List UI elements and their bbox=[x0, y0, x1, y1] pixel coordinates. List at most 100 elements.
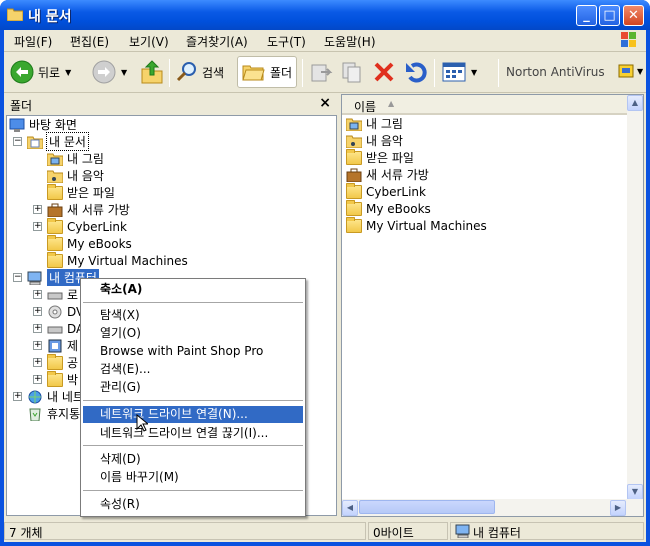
norton-icon[interactable] bbox=[618, 64, 634, 80]
tree-item-local-drive[interactable]: 로 bbox=[47, 286, 78, 303]
menu-view[interactable]: 보기(V) bbox=[129, 33, 169, 50]
list-item[interactable]: My eBooks bbox=[346, 199, 431, 217]
folders-button[interactable]: 폴더 bbox=[237, 56, 298, 88]
tree-item-shared[interactable]: 공 bbox=[47, 353, 78, 371]
scroll-left-icon[interactable]: ◀ bbox=[342, 500, 358, 516]
menu-edit[interactable]: 편집(E) bbox=[70, 33, 109, 50]
tree-item-downloads[interactable]: 받은 파일 bbox=[47, 183, 115, 201]
my-pictures-icon bbox=[346, 118, 362, 131]
window-title: 내 문서 bbox=[28, 9, 72, 25]
menu-favorites[interactable]: 즐겨찾기(A) bbox=[186, 33, 248, 50]
sort-ascending-icon: ▲ bbox=[388, 99, 395, 108]
forward-arrow-icon bbox=[92, 60, 116, 84]
tree-item-user-folder[interactable]: 박 bbox=[47, 370, 78, 388]
menu-file[interactable]: 파일(F) bbox=[14, 33, 52, 50]
views-button[interactable]: ▼ bbox=[442, 56, 477, 88]
list-item[interactable]: CyberLink bbox=[346, 182, 426, 200]
vertical-scrollbar[interactable]: ▲ ▼ bbox=[627, 95, 643, 500]
chevron-down-icon[interactable]: ▼ bbox=[471, 68, 477, 77]
expand-icon[interactable]: + bbox=[13, 392, 22, 401]
scroll-thumb[interactable] bbox=[359, 500, 495, 514]
move-to-button[interactable] bbox=[309, 56, 333, 88]
copy-to-button[interactable] bbox=[340, 56, 364, 88]
expand-icon[interactable]: + bbox=[33, 307, 42, 316]
expand-icon[interactable]: + bbox=[33, 341, 42, 350]
collapse-icon[interactable]: − bbox=[13, 137, 22, 146]
menu-item-explore[interactable]: 탐색(X) bbox=[83, 307, 303, 324]
folder-icon bbox=[346, 182, 362, 199]
expand-icon[interactable]: + bbox=[33, 222, 42, 231]
chevron-down-icon[interactable]: ▼ bbox=[637, 67, 643, 76]
collapse-icon[interactable]: − bbox=[13, 273, 22, 282]
my-music-icon bbox=[47, 170, 63, 183]
title-bar[interactable]: 내 문서 _ □ ✕ bbox=[0, 0, 650, 30]
chevron-down-icon[interactable]: ▼ bbox=[65, 68, 71, 77]
drive-icon bbox=[47, 292, 63, 299]
norton-antivirus-label[interactable]: Norton AntiVirus bbox=[506, 65, 605, 79]
menu-item-rename[interactable]: 이름 바꾸기(M) bbox=[83, 469, 303, 486]
tree-item-briefcase[interactable]: 새 서류 가방 bbox=[47, 201, 130, 218]
folders-icon bbox=[242, 65, 265, 81]
expand-icon[interactable]: + bbox=[33, 290, 42, 299]
status-object-count: 7 개체 bbox=[4, 522, 366, 540]
menu-item-collapse[interactable]: 축소(A) bbox=[83, 281, 303, 298]
tree-item-recycle-bin[interactable]: 휴지통 bbox=[27, 405, 80, 422]
tree-item-my-virtual-machines[interactable]: My Virtual Machines bbox=[47, 251, 188, 269]
tree-item-desktop[interactable]: 바탕 화면 bbox=[9, 116, 77, 133]
list-item[interactable]: 받은 파일 bbox=[346, 148, 414, 166]
close-button[interactable]: ✕ bbox=[623, 5, 644, 26]
menu-item-disconnect-network-drive[interactable]: 네트워크 드라이브 연결 끊기(I)... bbox=[83, 425, 303, 442]
horizontal-scrollbar[interactable]: ◀ ▶ bbox=[342, 499, 643, 516]
expand-icon[interactable]: + bbox=[33, 205, 42, 214]
menu-item-browse-paint-shop-pro[interactable]: Browse with Paint Shop Pro bbox=[83, 343, 303, 360]
scroll-right-icon[interactable]: ▶ bbox=[610, 500, 626, 516]
tree-item-my-pictures[interactable]: 내 그림 bbox=[47, 150, 104, 167]
search-label: 검색 bbox=[202, 65, 225, 80]
scroll-up-icon[interactable]: ▲ bbox=[627, 95, 643, 111]
folder-icon bbox=[346, 199, 362, 216]
up-folder-icon bbox=[141, 60, 163, 84]
column-header-name[interactable]: 이름 ▲ bbox=[342, 95, 629, 115]
my-music-icon bbox=[346, 135, 362, 148]
menu-item-search[interactable]: 검색(E)... bbox=[83, 361, 303, 378]
copy-to-icon bbox=[342, 62, 361, 83]
tree-item-control-panel[interactable]: 제 bbox=[47, 337, 78, 354]
menu-item-manage[interactable]: 관리(G) bbox=[83, 379, 303, 396]
delete-button[interactable] bbox=[372, 56, 396, 88]
list-item[interactable]: 새 서류 가방 bbox=[346, 166, 429, 183]
tree-item-my-ebooks[interactable]: My eBooks bbox=[47, 234, 132, 252]
tree-item-data-drive[interactable]: DA bbox=[47, 320, 84, 337]
folder-icon bbox=[47, 370, 63, 387]
search-button[interactable]: 검색 bbox=[176, 56, 224, 88]
tree-item-my-documents[interactable]: 내 문서 bbox=[27, 132, 89, 151]
maximize-button[interactable]: □ bbox=[599, 5, 620, 26]
up-folder-button[interactable] bbox=[141, 56, 163, 88]
minimize-button[interactable]: _ bbox=[576, 5, 597, 26]
close-pane-icon[interactable]: × bbox=[319, 95, 331, 111]
chevron-down-icon[interactable]: ▼ bbox=[121, 68, 127, 77]
list-item[interactable]: 내 음악 bbox=[346, 132, 403, 149]
expand-icon[interactable]: + bbox=[33, 375, 42, 384]
list-item[interactable]: 내 그림 bbox=[346, 115, 403, 132]
menu-help[interactable]: 도움말(H) bbox=[324, 33, 376, 50]
undo-button[interactable] bbox=[404, 56, 428, 88]
folder-icon bbox=[346, 216, 362, 233]
scroll-down-icon[interactable]: ▼ bbox=[627, 484, 643, 500]
folder-pane-header: 폴더 × bbox=[6, 94, 337, 114]
expand-icon[interactable]: + bbox=[33, 358, 42, 367]
tree-item-cyberlink[interactable]: CyberLink bbox=[47, 217, 127, 235]
menu-tools[interactable]: 도구(T) bbox=[267, 33, 306, 50]
back-button[interactable]: 뒤로 ▼ bbox=[10, 56, 71, 88]
list-item[interactable]: My Virtual Machines bbox=[346, 216, 487, 234]
forward-button[interactable]: ▼ bbox=[92, 56, 127, 88]
tree-item-my-music[interactable]: 내 음악 bbox=[47, 167, 104, 184]
tree-item-dvd-drive[interactable]: DV bbox=[47, 303, 84, 320]
windows-logo-icon bbox=[621, 32, 636, 47]
menu-item-map-network-drive[interactable]: 네트워크 드라이브 연결(N)... bbox=[83, 406, 303, 423]
tree-item-network[interactable]: 내 네트 bbox=[27, 388, 84, 405]
menu-item-open[interactable]: 열기(O) bbox=[83, 325, 303, 342]
menu-item-properties[interactable]: 속성(R) bbox=[83, 496, 303, 513]
briefcase-icon bbox=[47, 203, 63, 217]
expand-icon[interactable]: + bbox=[33, 324, 42, 333]
menu-item-delete[interactable]: 삭제(D) bbox=[83, 451, 303, 468]
